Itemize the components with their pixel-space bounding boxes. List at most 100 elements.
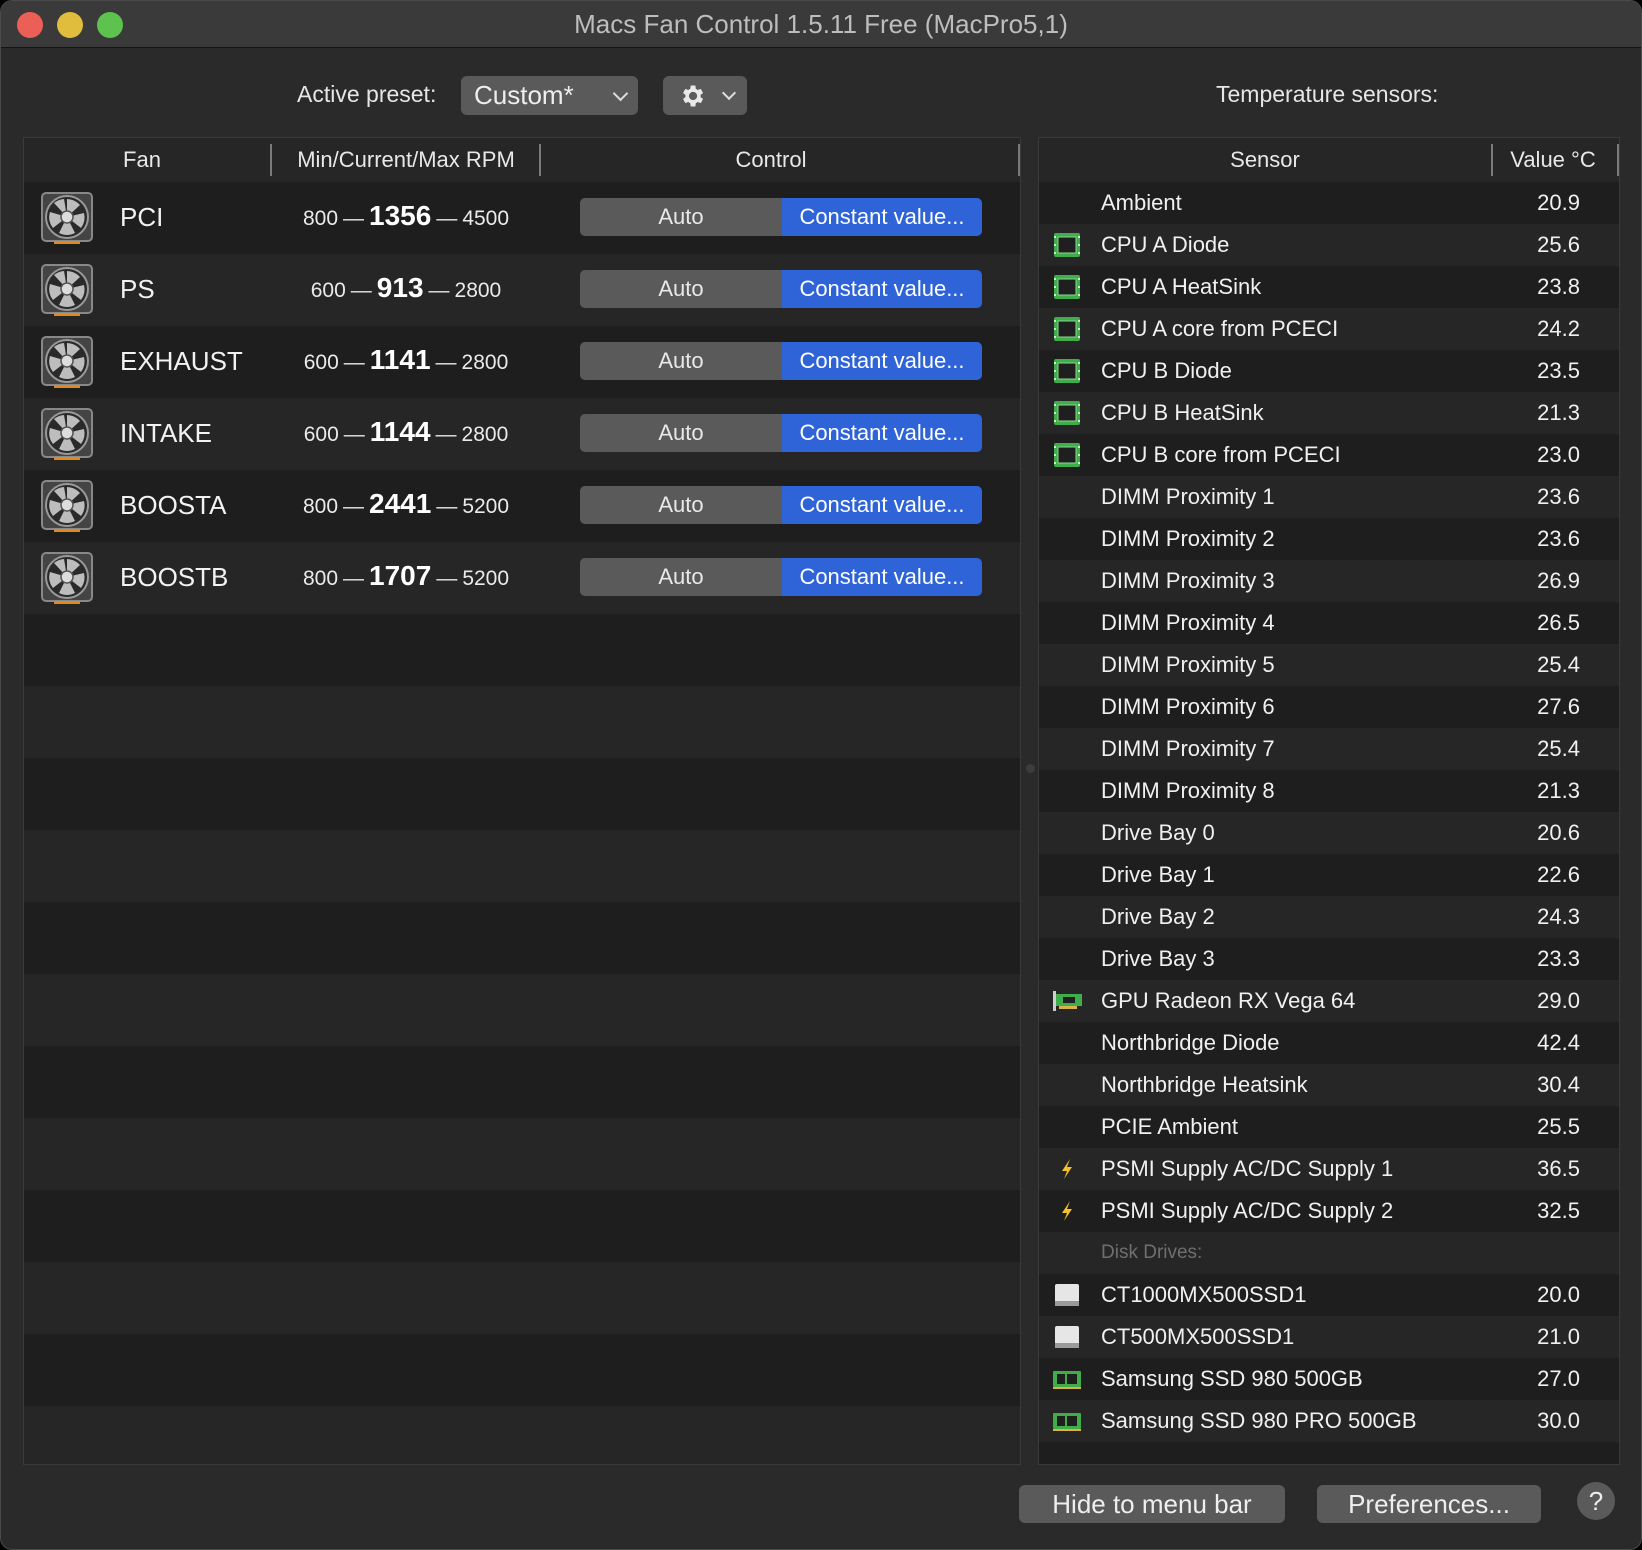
sensor-name: Disk Drives: xyxy=(1101,1242,1203,1263)
sensor-row[interactable]: DIMM Proximity 7 25.4 xyxy=(1039,728,1619,770)
sensor-value: 23.5 xyxy=(1537,358,1580,383)
fan-name: PCI xyxy=(120,202,164,232)
sensor-name: PCIE Ambient xyxy=(1101,1114,1238,1139)
fan-rpm: 800—1356—4500 xyxy=(256,200,556,232)
column-header-fan[interactable]: Fan xyxy=(24,147,260,173)
constant-value-button[interactable]: Constant value... xyxy=(782,342,982,380)
hide-to-menu-bar-button[interactable]: Hide to menu bar xyxy=(1019,1485,1285,1523)
sensor-row[interactable]: CPU B Diode 23.5 xyxy=(1039,350,1619,392)
column-header-rpm[interactable]: Min/Current/Max RPM xyxy=(272,147,540,173)
sensor-row[interactable]: DIMM Proximity 2 23.6 xyxy=(1039,518,1619,560)
fan-control-segmented: Auto Constant value... xyxy=(580,270,982,308)
nvme-ssd-icon xyxy=(1051,1408,1083,1434)
empty-row xyxy=(24,902,1020,974)
constant-value-button[interactable]: Constant value... xyxy=(782,486,982,524)
auto-button[interactable]: Auto xyxy=(580,558,782,596)
sensor-row[interactable]: CPU A core from PCECI 24.2 xyxy=(1039,308,1619,350)
help-button[interactable]: ? xyxy=(1577,1482,1615,1520)
sensor-name: DIMM Proximity 7 xyxy=(1101,736,1275,761)
fan-rpm: 800—2441—5200 xyxy=(256,488,556,520)
rpm-dash: — xyxy=(436,495,458,518)
sensor-row[interactable]: DIMM Proximity 3 26.9 xyxy=(1039,560,1619,602)
rpm-dash: — xyxy=(343,351,365,374)
sensor-value: 21.3 xyxy=(1537,400,1580,425)
sensor-value: 30.0 xyxy=(1537,1408,1580,1433)
sensor-row[interactable]: CPU A Diode 25.6 xyxy=(1039,224,1619,266)
sensor-row[interactable]: Drive Bay 2 24.3 xyxy=(1039,896,1619,938)
cpu-chip-icon xyxy=(1051,316,1083,342)
rpm-max: 2800 xyxy=(454,279,502,302)
auto-button[interactable]: Auto xyxy=(580,486,782,524)
column-divider[interactable] xyxy=(1018,144,1020,176)
sensor-row[interactable]: Samsung SSD 980 PRO 500GB 30.0 xyxy=(1039,1400,1619,1442)
sensor-row[interactable]: DIMM Proximity 4 26.5 xyxy=(1039,602,1619,644)
sensor-row[interactable]: GPU Radeon RX Vega 64 29.0 xyxy=(1039,980,1619,1022)
column-header-sensor[interactable]: Sensor xyxy=(1039,147,1491,173)
sensor-value: 23.6 xyxy=(1537,526,1580,551)
column-header-value[interactable]: Value °C xyxy=(1495,147,1611,173)
fan-name: PS xyxy=(120,274,155,304)
constant-value-button[interactable]: Constant value... xyxy=(782,558,982,596)
sensor-row[interactable]: CPU B core from PCECI 23.0 xyxy=(1039,434,1619,476)
preferences-button[interactable]: Preferences... xyxy=(1317,1485,1541,1523)
empty-row xyxy=(24,1406,1020,1464)
splitter-handle[interactable] xyxy=(1026,764,1035,773)
rpm-current: 1144 xyxy=(369,416,431,447)
sensor-name: Drive Bay 3 xyxy=(1101,946,1215,971)
sensor-name: Northbridge Heatsink xyxy=(1101,1072,1308,1097)
preset-dropdown[interactable]: Custom* xyxy=(461,76,638,115)
rpm-current: 2441 xyxy=(369,488,432,519)
column-divider[interactable] xyxy=(1617,144,1619,176)
rpm-current: 1707 xyxy=(369,560,432,591)
fan-name: BOOSTA xyxy=(120,490,227,520)
auto-button[interactable]: Auto xyxy=(580,198,782,236)
sensor-row[interactable]: DIMM Proximity 6 27.6 xyxy=(1039,686,1619,728)
rpm-min: 800 xyxy=(302,495,339,518)
temperature-sensors-title: Temperature sensors: xyxy=(1216,81,1439,107)
sensor-row[interactable]: Drive Bay 1 22.6 xyxy=(1039,854,1619,896)
sensor-row[interactable]: Northbridge Diode 42.4 xyxy=(1039,1022,1619,1064)
fan-row: EXHAUST 600—1141—2800 Auto Constant value..… xyxy=(24,326,1020,398)
sensor-row[interactable]: PSMI Supply AC/DC Supply 2 32.5 xyxy=(1039,1190,1619,1232)
column-divider[interactable] xyxy=(1491,144,1493,176)
sensor-row[interactable]: CPU B HeatSink 21.3 xyxy=(1039,392,1619,434)
cpu-chip-icon xyxy=(1051,400,1083,426)
sensor-name: DIMM Proximity 5 xyxy=(1101,652,1275,677)
constant-value-button[interactable]: Constant value... xyxy=(782,270,982,308)
empty-row xyxy=(1039,1442,1619,1464)
auto-button[interactable]: Auto xyxy=(580,342,782,380)
sensor-row[interactable]: Ambient 20.9 xyxy=(1039,182,1619,224)
sensor-name: CPU A HeatSink xyxy=(1101,274,1262,299)
auto-button[interactable]: Auto xyxy=(580,270,782,308)
sensor-row[interactable]: CT500MX500SSD1 21.0 xyxy=(1039,1316,1619,1358)
empty-row xyxy=(24,614,1020,686)
disk-drive-icon xyxy=(1051,1324,1083,1350)
empty-row xyxy=(24,686,1020,758)
sensor-value: 23.6 xyxy=(1537,484,1580,509)
sensor-row[interactable]: DIMM Proximity 5 25.4 xyxy=(1039,644,1619,686)
preset-settings-button[interactable] xyxy=(663,76,747,115)
sensor-row[interactable]: PSMI Supply AC/DC Supply 1 36.5 xyxy=(1039,1148,1619,1190)
rpm-current: 1141 xyxy=(369,344,431,375)
sensor-row[interactable]: CPU A HeatSink 23.8 xyxy=(1039,266,1619,308)
sensor-row[interactable]: PCIE Ambient 25.5 xyxy=(1039,1106,1619,1148)
sensor-row[interactable]: CT1000MX500SSD1 20.0 xyxy=(1039,1274,1619,1316)
preset-value: Custom* xyxy=(474,80,574,110)
sensor-row[interactable]: Northbridge Heatsink 30.4 xyxy=(1039,1064,1619,1106)
sensor-value: 25.4 xyxy=(1537,736,1580,761)
sensor-value: 26.9 xyxy=(1537,568,1580,593)
rpm-max: 5200 xyxy=(462,495,510,518)
constant-value-button[interactable]: Constant value... xyxy=(782,198,982,236)
column-header-control[interactable]: Control xyxy=(541,147,1001,173)
constant-value-button[interactable]: Constant value... xyxy=(782,414,982,452)
sensor-row[interactable]: DIMM Proximity 1 23.6 xyxy=(1039,476,1619,518)
auto-button[interactable]: Auto xyxy=(580,414,782,452)
fan-row: PS 600—913—2800 Auto Constant value... xyxy=(24,254,1020,326)
sensor-row[interactable]: Samsung SSD 980 500GB 27.0 xyxy=(1039,1358,1619,1400)
sensor-row[interactable]: DIMM Proximity 8 21.3 xyxy=(1039,770,1619,812)
fan-name: INTAKE xyxy=(120,418,212,448)
chevron-down-icon xyxy=(612,85,629,102)
sensor-value: 20.0 xyxy=(1537,1282,1580,1307)
sensor-row[interactable]: Drive Bay 0 20.6 xyxy=(1039,812,1619,854)
sensor-row[interactable]: Drive Bay 3 23.3 xyxy=(1039,938,1619,980)
